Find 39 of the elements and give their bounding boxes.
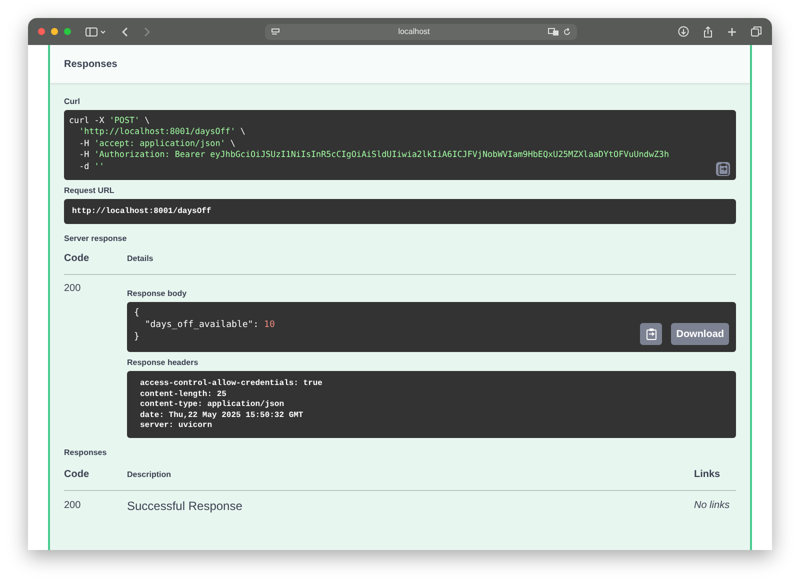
copy-button[interactable]: [640, 323, 662, 345]
column-header: Code: [64, 468, 90, 480]
response-code: 200: [64, 283, 82, 296]
server-response-label: Server response: [64, 234, 128, 243]
clipboard-icon: [646, 328, 657, 340]
section-title: Responses: [64, 58, 118, 70]
page-icon: [271, 28, 280, 36]
zoom-button[interactable]: [64, 28, 71, 35]
back-icon[interactable]: [121, 26, 129, 36]
header-line: content-length: 25: [140, 390, 228, 400]
request-url-field: http://localhost:8001/daysOff: [64, 199, 736, 224]
plus-icon[interactable]: [727, 26, 737, 36]
reload-icon[interactable]: [563, 28, 571, 36]
column-header: Details: [127, 254, 154, 263]
header-line: server: uvicorn: [140, 421, 214, 432]
share-icon[interactable]: [703, 26, 713, 38]
request-url-label: Request URL: [64, 186, 116, 195]
sidebar-icon[interactable]: [85, 26, 107, 36]
response-code: 200: [64, 500, 82, 511]
header-line: access-control-allow-credentials: true: [140, 379, 324, 390]
links-text: No links: [694, 500, 731, 511]
responses-label: Responses: [64, 448, 108, 456]
curl-label: Curl: [64, 97, 81, 106]
tabs-icon[interactable]: [751, 26, 762, 37]
address-bar[interactable]: localhost: [265, 24, 577, 40]
download-button[interactable]: Download: [671, 323, 729, 345]
response-description: Successful Response: [127, 498, 244, 512]
column-header: Description: [127, 470, 172, 478]
column-header: Code: [64, 253, 90, 264]
curl-code-block: curl -X 'POST' \ 'http://localhost:8001/daysOff' \ -H 'accept: application/json' \ -H 'Authorization: Bearer eyJhbGciOiJSUzI1NiIsInR5cCIgOiAiSldUIiwia2lkIiA6ICJFVjNobWVIam9HbEQxU25MZXlaaDYtOFVuUndwZ3h -d '': [64, 110, 736, 180]
response-body-block: { "days_off_available": 10 } Download: [127, 302, 736, 352]
header-line: content-type: application/json: [140, 400, 286, 410]
header-line: date: Thu,22 May 2025 15:50:32 GMT: [140, 410, 304, 421]
clipboard-icon: [718, 163, 728, 175]
minimize-button[interactable]: [51, 28, 58, 35]
response-body-label: Response body: [127, 289, 188, 298]
response-headers-label: Response headers: [127, 358, 200, 367]
column-header: Links: [694, 468, 722, 480]
download-icon[interactable]: [678, 26, 689, 37]
